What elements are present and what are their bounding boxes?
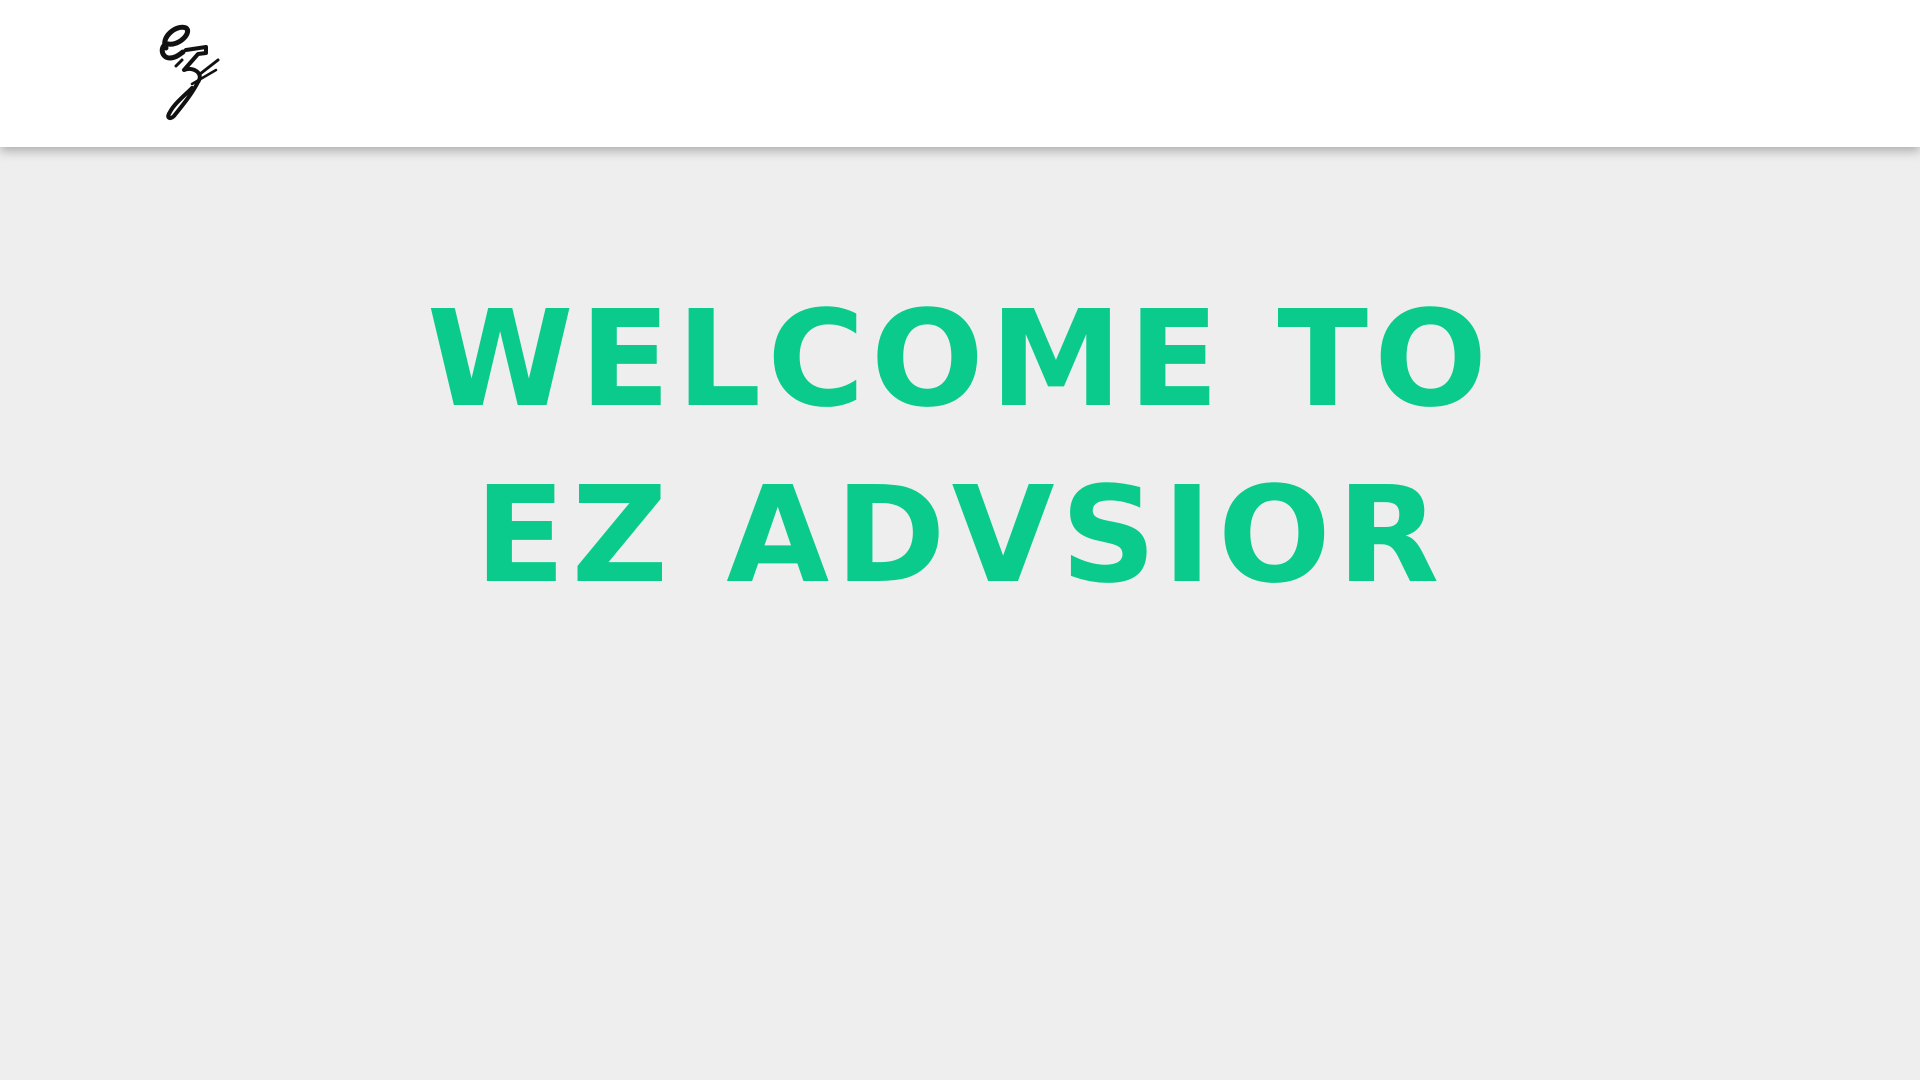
ez-script-logo-icon (159, 24, 220, 121)
hero-section: WELCOME TO EZ ADVSIOR (0, 147, 1920, 1080)
welcome-heading-line-1: WELCOME TO (426, 283, 1494, 437)
welcome-heading-line-2: EZ ADVSIOR (474, 459, 1446, 613)
top-header (0, 0, 1920, 147)
ez-logo-icon[interactable] (158, 22, 222, 124)
